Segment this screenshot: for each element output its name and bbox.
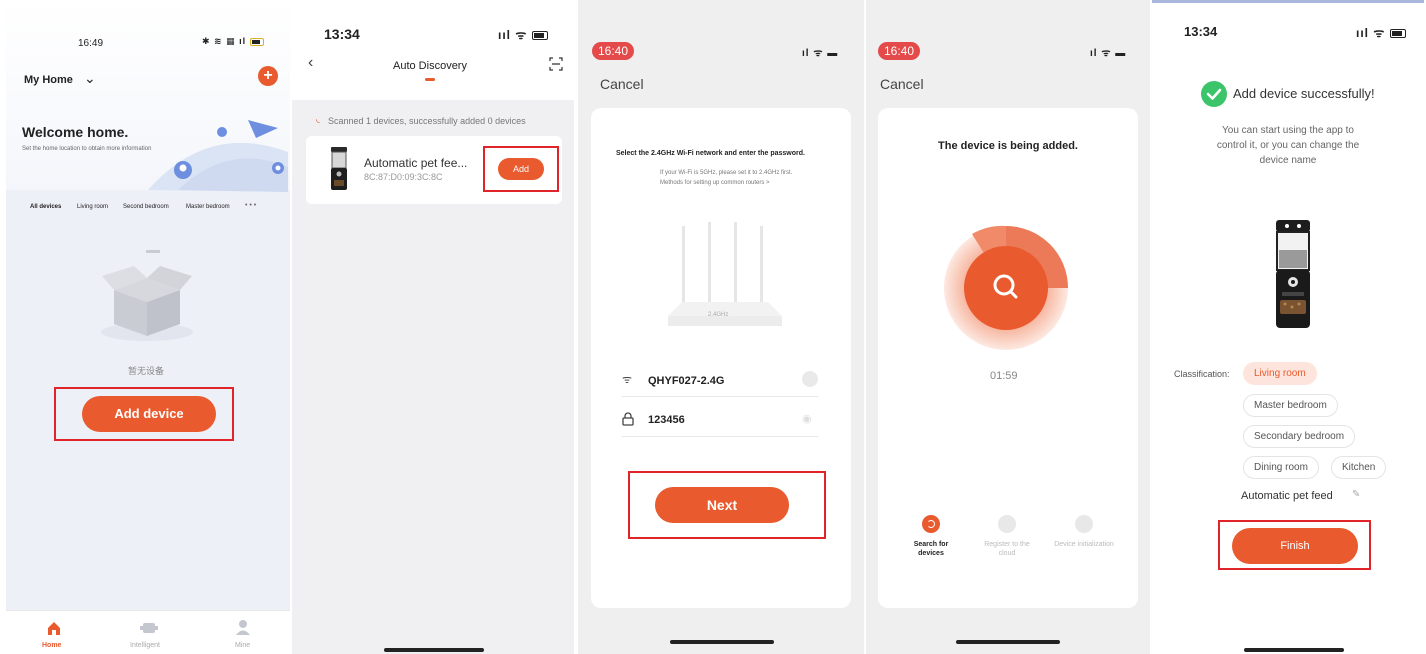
status-time: 16:40 — [592, 42, 635, 60]
eye-off-icon[interactable]: ◉ — [802, 412, 812, 425]
screen-home: 16:49 ✱ ≋ ▦ ıl My Home ⌄ + Welcome home.… — [6, 0, 290, 654]
status-icons: ıl ᯤ ▬ — [1090, 48, 1127, 59]
device-name-label: Automatic pet feed — [1241, 490, 1333, 502]
progress-card — [878, 108, 1138, 608]
room-chip-kitchen[interactable]: Kitchen — [1331, 456, 1387, 479]
lock-icon — [622, 412, 634, 426]
success-title: Add device successfully! — [1233, 86, 1375, 101]
add-icon[interactable]: + — [258, 66, 278, 86]
router-methods-link[interactable]: Methods for setting up common routers > — [660, 180, 770, 186]
status-time: 13:34 — [1184, 24, 1218, 39]
user-icon[interactable] — [235, 619, 251, 636]
cancel-link[interactable]: Cancel — [880, 76, 924, 92]
status-icons: ıl ᯤ ▬ — [802, 48, 839, 59]
router-label: 2.4GHz — [708, 312, 728, 318]
intelligent-icon[interactable] — [140, 620, 158, 636]
back-icon[interactable]: ‹ — [308, 54, 313, 72]
router-icon: 2.4GHz — [668, 222, 782, 326]
welcome-subtitle: Set the home location to obtain more inf… — [22, 146, 152, 152]
room-tab-master[interactable]: Master bedroom — [186, 204, 230, 210]
nav-intelligent-label[interactable]: Intelligent — [130, 642, 160, 649]
empty-box-icon — [101, 250, 193, 341]
home-icon[interactable] — [46, 620, 62, 636]
ssid-field[interactable]: QHYF027-2.4G — [648, 375, 724, 387]
home-indicator — [956, 640, 1060, 644]
add-button[interactable]: Add — [498, 158, 544, 180]
screen-adding-device: 16:40 ıl ᯤ ▬ Cancel The device is being … — [866, 0, 1150, 654]
chevron-down-icon[interactable]: ⌄ — [84, 70, 96, 87]
pet-feeder-icon — [331, 147, 347, 190]
scan-status-text: Scanned 1 devices, successfully added 0 … — [328, 116, 526, 126]
status-icons: ✱ ≋ ▦ ıl — [202, 36, 264, 47]
wifi-hint: If your Wi-Fi is 5GHz, please set it to … — [660, 170, 793, 176]
success-text-line1: You can start using the app to — [1222, 125, 1354, 136]
success-text-line2: control it, or you can change the — [1216, 140, 1360, 151]
screen-auto-discovery: 13:34 ııl ᯤ ‹ Auto Discovery ◟ Scanned 1… — [292, 0, 574, 654]
welcome-title: Welcome home. — [22, 124, 129, 140]
status-icons: ııl ᯤ — [1356, 24, 1406, 41]
scan-icon[interactable] — [549, 57, 563, 71]
step-search-label: Search for devices — [913, 541, 949, 557]
status-time: 16:49 — [78, 38, 104, 49]
pet-feeder-icon — [1276, 220, 1310, 328]
success-text-line3: device name — [1259, 155, 1317, 166]
page-title: Auto Discovery — [393, 60, 467, 72]
screen-wifi-setup: 16:40 ıl ᯤ ▬ Cancel Select the 2.4GHz Wi… — [578, 0, 864, 654]
loading-spinner-icon: ◟ — [316, 114, 320, 125]
step-spinner-icon — [927, 520, 935, 528]
status-time: 13:34 — [324, 26, 360, 42]
screen-success: 13:34 ııl ᯤ Add device successfully! You… — [1152, 0, 1424, 654]
wifi-icon: ᯤ — [622, 374, 633, 386]
status-time: 16:40 — [878, 42, 921, 60]
header-area — [292, 0, 574, 100]
home-selector[interactable]: My Home — [24, 74, 73, 86]
empty-text: 暂无设备 — [128, 366, 165, 376]
top-edge-line — [1152, 0, 1424, 3]
edit-icon[interactable]: ✎ — [1352, 489, 1360, 500]
step-cloud-icon — [998, 515, 1016, 533]
room-chip-secondary[interactable]: Secondary bedroom — [1243, 425, 1356, 448]
more-rooms-icon[interactable]: • • • — [245, 202, 256, 209]
finish-button[interactable]: Finish — [1232, 528, 1358, 564]
wifi-heading: Select the 2.4GHz Wi-Fi network and ente… — [616, 150, 805, 157]
search-progress-icon — [944, 225, 1068, 350]
room-tab-all[interactable]: All devices — [30, 204, 61, 210]
classification-label: Classification: — [1174, 369, 1230, 379]
map-illustration-icon — [148, 120, 288, 192]
ssid-underline — [622, 396, 818, 397]
device-name: Automatic pet fee... — [364, 156, 468, 170]
home-indicator — [670, 640, 774, 644]
progress-heading: The device is being added. — [938, 140, 1078, 152]
room-tab-second[interactable]: Second bedroom — [123, 204, 169, 210]
cancel-link[interactable]: Cancel — [600, 76, 644, 92]
title-indicator — [425, 78, 435, 81]
nav-mine-label[interactable]: Mine — [235, 642, 250, 649]
add-device-button[interactable]: Add device — [82, 396, 216, 432]
device-mac: 8C:87:D0:09:3C:8C — [364, 172, 443, 182]
status-icons: ııl ᯤ — [498, 26, 548, 43]
room-chip-dining[interactable]: Dining room — [1243, 456, 1319, 479]
success-check-icon — [1201, 81, 1227, 107]
step-cloud-label: Register to the cloud — [984, 541, 1030, 557]
room-chip-master[interactable]: Master bedroom — [1243, 394, 1338, 417]
room-chip-living[interactable]: Living room — [1243, 362, 1317, 385]
step-init-icon — [1075, 515, 1093, 533]
clear-ssid-icon[interactable] — [802, 371, 818, 387]
room-tab-living[interactable]: Living room — [77, 204, 108, 210]
step-init-label: Device initialization — [1054, 541, 1114, 548]
countdown-timer: 01:59 — [990, 370, 1018, 382]
nav-home-label[interactable]: Home — [42, 642, 61, 649]
password-field[interactable]: 123456 — [648, 414, 685, 426]
home-indicator — [384, 648, 484, 652]
home-indicator — [1244, 648, 1344, 652]
password-underline — [622, 436, 818, 437]
next-button[interactable]: Next — [655, 487, 789, 523]
